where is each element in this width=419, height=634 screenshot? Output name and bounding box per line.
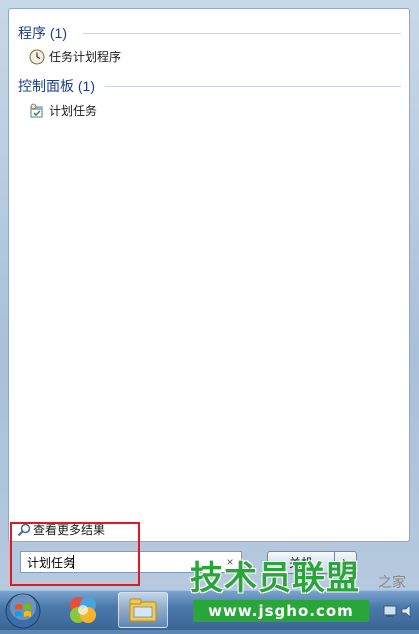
- watermark-sub: 之家: [378, 574, 406, 590]
- watermark-brand: 技术员联盟: [190, 558, 360, 597]
- tray-network-icon[interactable]: [382, 603, 398, 619]
- windows-logo-icon: [5, 593, 41, 629]
- folder-icon: [129, 598, 157, 622]
- watermark-url: www.jsgho.com: [193, 600, 369, 622]
- clock-icon: [29, 49, 45, 65]
- group-divider: [105, 86, 401, 87]
- search-results-pane: 程序 (1) 任务计划程序 控制面板 (1) 计划任务 查看更多结果: [8, 8, 410, 542]
- result-item-label: 任务计划程序: [49, 50, 122, 64]
- start-button[interactable]: [5, 593, 41, 629]
- tray-volume-icon[interactable]: [400, 603, 416, 619]
- app-logo-icon: [70, 597, 96, 623]
- highlight-box: [10, 522, 140, 586]
- taskbar-app-explorer[interactable]: [118, 592, 168, 628]
- result-item-scheduled-tasks[interactable]: 计划任务: [29, 101, 97, 121]
- result-item-label: 计划任务: [49, 104, 98, 118]
- group-divider: [83, 33, 401, 34]
- result-item-task-scheduler[interactable]: 任务计划程序: [29, 47, 121, 67]
- group-header-control-panel: 控制面板 (1): [18, 78, 95, 94]
- scheduled-tasks-icon: [29, 103, 45, 119]
- group-header-programs: 程序 (1): [18, 25, 67, 41]
- start-menu: 程序 (1) 任务计划程序 控制面板 (1) 计划任务 查看更多结果 计划任务 …: [0, 0, 419, 590]
- taskbar-app-colorful[interactable]: [58, 592, 108, 628]
